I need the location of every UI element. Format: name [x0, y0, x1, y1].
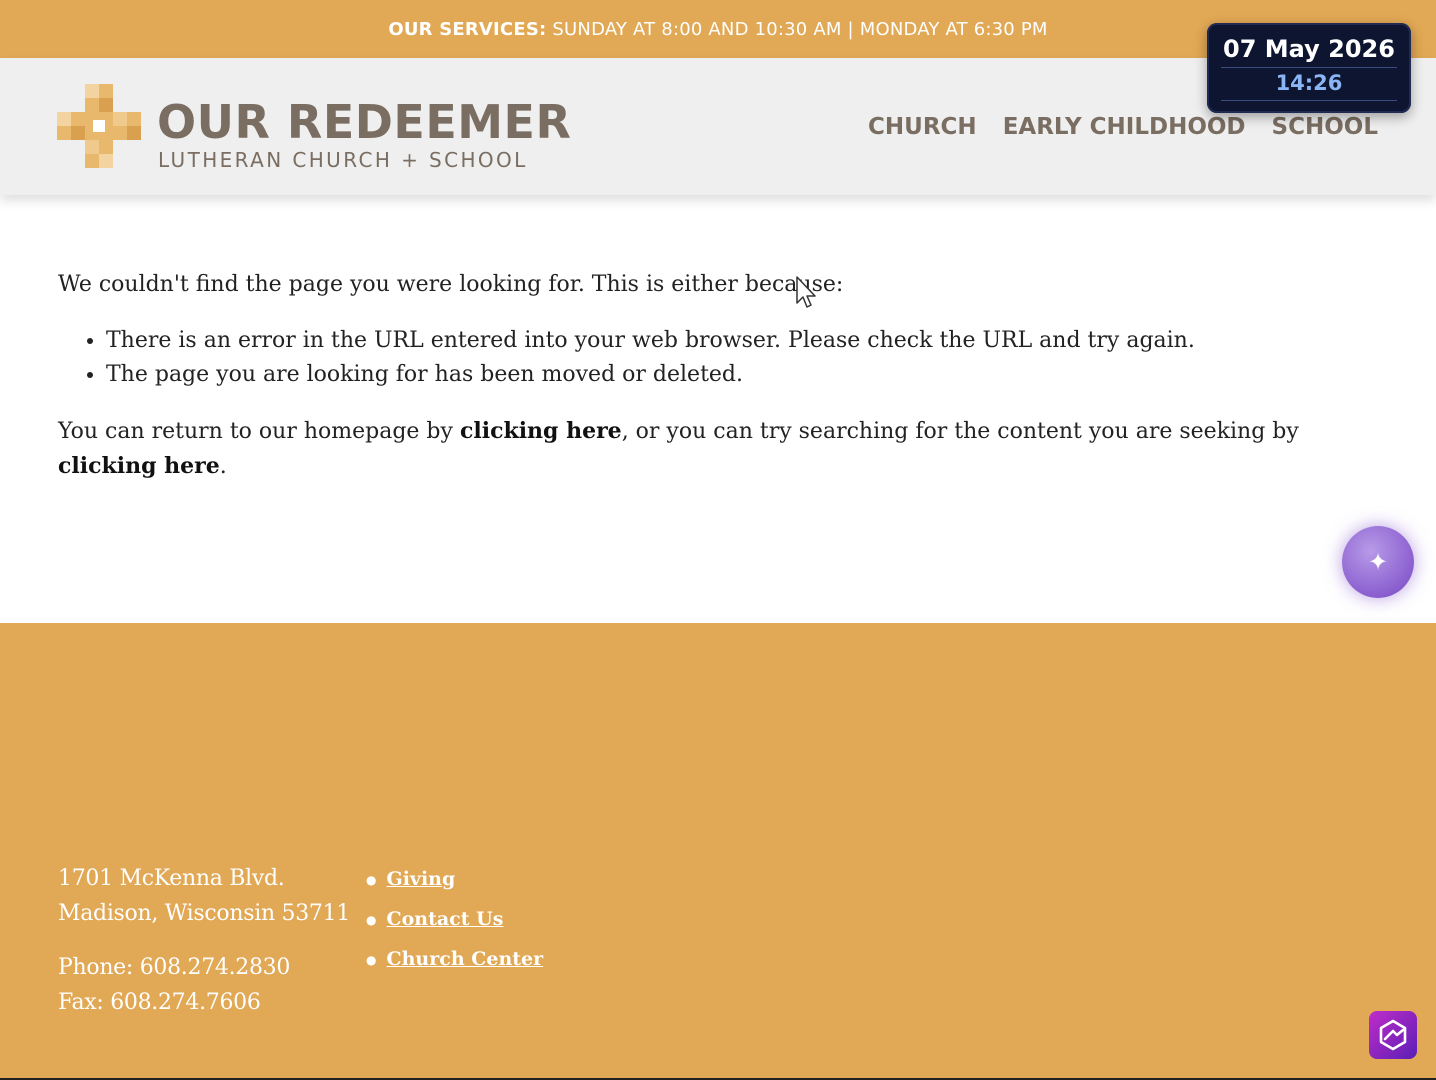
footer-link-item: ● Giving: [366, 868, 543, 908]
mouse-pointer-icon: [796, 276, 816, 308]
cross-logo-icon: [57, 84, 141, 168]
church-center-link[interactable]: Church Center: [386, 948, 543, 970]
error-intro: We couldn't find the page you were looki…: [58, 272, 844, 297]
bullet-icon: ●: [366, 913, 377, 927]
clock-divider-bottom: [1221, 100, 1397, 101]
nav-church[interactable]: CHURCH: [868, 114, 977, 140]
return-prefix: You can return to our homepage by: [58, 419, 460, 444]
app-launcher-button[interactable]: [1369, 1011, 1417, 1059]
clock-date: 07 May 2026: [1223, 35, 1395, 63]
footer-contact: 1701 McKenna Blvd. Madison, Wisconsin 53…: [58, 861, 350, 1020]
contact-us-link[interactable]: Contact Us: [386, 908, 503, 930]
homepage-link[interactable]: clicking here: [460, 418, 622, 444]
address-line-1: 1701 McKenna Blvd.: [58, 866, 285, 891]
hexagon-logo-icon: [1379, 1019, 1407, 1051]
services-banner-text: SUNDAY AT 8:00 AND 10:30 AM | MONDAY AT …: [552, 18, 1048, 40]
address-line-2: Madison, Wisconsin 53711: [58, 901, 351, 926]
nav-early-childhood[interactable]: EARLY CHILDHOOD: [1003, 114, 1246, 140]
logo-title: OUR REDEEMER: [157, 95, 572, 149]
sparkle-icon: ✦: [1367, 548, 1389, 576]
site-logo[interactable]: OUR REDEEMER LUTHERAN CHURCH + SCHOOL: [57, 84, 577, 174]
services-banner-lead: OUR SERVICES:: [388, 18, 547, 40]
clock-widget: 07 May 2026 14:26: [1207, 23, 1411, 113]
return-paragraph: You can return to our homepage by clicki…: [58, 414, 1378, 484]
footer-link-item: ● Contact Us: [366, 908, 543, 948]
return-middle: , or you can try searching for the conte…: [621, 419, 1299, 444]
clock-time: 14:26: [1275, 71, 1343, 95]
error-content: We couldn't find the page you were looki…: [58, 268, 1378, 484]
logo-subtitle: LUTHERAN CHURCH + SCHOOL: [158, 148, 528, 172]
phone-number: Phone: 608.274.2830: [58, 955, 291, 980]
error-reason: There is an error in the URL entered int…: [106, 324, 1378, 358]
footer-links: ● Giving ● Contact Us ● Church Center: [366, 868, 543, 988]
search-link[interactable]: clicking here: [58, 453, 220, 479]
site-footer: 1701 McKenna Blvd. Madison, Wisconsin 53…: [0, 623, 1436, 1078]
fax-number: Fax: 608.274.7606: [58, 990, 261, 1015]
ai-assistant-button[interactable]: ✦: [1342, 526, 1414, 598]
bullet-icon: ●: [366, 873, 377, 887]
error-reasons-list: There is an error in the URL entered int…: [58, 324, 1378, 392]
contact-spacer: [58, 931, 350, 950]
footer-link-item: ● Church Center: [366, 948, 543, 988]
return-suffix: .: [219, 454, 227, 479]
main-nav: CHURCH EARLY CHILDHOOD SCHOOL: [868, 114, 1378, 140]
clock-divider: [1221, 67, 1397, 68]
nav-school[interactable]: SCHOOL: [1272, 114, 1378, 140]
error-reason: The page you are looking for has been mo…: [106, 358, 1378, 392]
bullet-icon: ●: [366, 953, 377, 967]
giving-link[interactable]: Giving: [386, 868, 455, 890]
